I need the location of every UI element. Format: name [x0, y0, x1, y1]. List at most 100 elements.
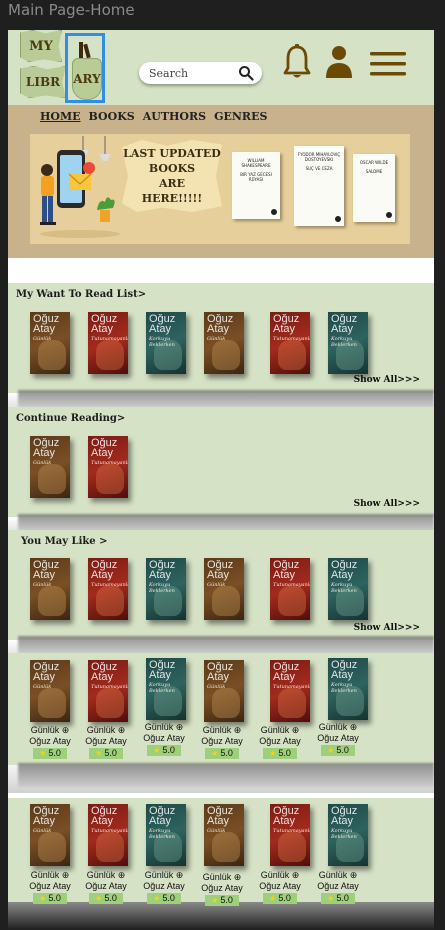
- rating-badge: ★ 5.0: [89, 893, 123, 904]
- rating-author: Oğuz Atay: [201, 736, 243, 746]
- shadow: [18, 636, 434, 654]
- rated-meta-2-2[interactable]: Günlük ⊕ Oğuz Atay ★ 5.0: [78, 870, 134, 904]
- star-icon: ★: [269, 894, 277, 903]
- rated-book-2-4[interactable]: Oğuz Atay Günlük: [204, 804, 244, 866]
- header: MY LIBR ARY: [8, 30, 434, 105]
- spacer: [8, 258, 434, 283]
- want-to-read-book-1[interactable]: Oğuz Atay Günlük: [30, 312, 70, 374]
- hero-book-title: SUÇ VE CEZA: [305, 166, 333, 171]
- rated-meta-4[interactable]: Günlük ⊕ Oğuz Atay ★ 5.0: [194, 725, 250, 759]
- hero-book-1[interactable]: WILLIAM SHAKESPEARE BIR YAZ GECESI RÜYAS…: [232, 152, 280, 219]
- you-may-like-book-2[interactable]: OğuzAtayTutunamayanlar: [88, 558, 128, 620]
- add-icon[interactable]: ⊕: [292, 725, 300, 735]
- add-icon[interactable]: ⊕: [118, 870, 126, 880]
- rating-title: Günlük ⊕: [86, 725, 126, 735]
- rated-meta-5[interactable]: Günlük ⊕ Oğuz Atay ★ 5.0: [252, 725, 308, 759]
- hamburger-menu-icon[interactable]: [370, 50, 406, 78]
- add-icon[interactable]: ⊕: [234, 872, 242, 882]
- you-may-like-book-6[interactable]: Oğuz Atay Korkuyu Beklerken: [328, 558, 368, 620]
- add-icon[interactable]: ⊕: [176, 870, 184, 880]
- rated-meta-2[interactable]: Günlük ⊕ Oğuz Atay ★ 5.0: [78, 725, 134, 759]
- nav-home[interactable]: HOME: [40, 110, 81, 123]
- rating-badge: ★ 5.0: [147, 745, 181, 756]
- logo-ary[interactable]: ARY: [65, 33, 105, 103]
- rated-meta-2-1[interactable]: Günlük ⊕ Oğuz Atay ★ 5.0: [22, 870, 78, 904]
- want-to-read-book-2[interactable]: OğuzAtayTutunamayanlar: [88, 312, 128, 374]
- cover-title: Korkuyu Beklerken: [149, 582, 175, 594]
- rated-meta-1[interactable]: Günlük ⊕ Oğuz Atay ★ 5.0: [22, 725, 78, 759]
- rated-book-2[interactable]: OğuzAtayTutunamayanlar: [88, 660, 128, 722]
- rated-meta-3[interactable]: Günlük ⊕ Oğuz Atay ★ 5.0: [136, 722, 192, 756]
- search-input[interactable]: [149, 65, 234, 81]
- want-to-read-book-4[interactable]: Oğuz Atay Günlük: [204, 312, 244, 374]
- cover-author: Oğuz Atay: [273, 313, 300, 335]
- add-icon[interactable]: ⊕: [234, 725, 242, 735]
- hero-book-2[interactable]: FYODOR MIHAYLOVIÇ DOSTOYEVSKI SUÇ VE CEZ…: [294, 146, 344, 226]
- logo-my[interactable]: MY: [20, 30, 62, 62]
- nav-books[interactable]: BOOKS: [89, 110, 135, 123]
- star-icon: ★: [153, 894, 161, 903]
- hero-panel[interactable]: LAST UPDATED BOOKS ARE HERE!!!!! WILLIAM…: [30, 134, 410, 244]
- user-icon[interactable]: [324, 44, 354, 80]
- author-portrait: [212, 688, 240, 718]
- star-icon: ★: [153, 746, 161, 755]
- rated-book-2-5[interactable]: OğuzAtayTutunamayanlar: [270, 804, 310, 866]
- rated-book-5[interactable]: OğuzAtayTutunamayanlar: [270, 660, 310, 722]
- author-portrait: [96, 340, 124, 370]
- want-to-read-book-6[interactable]: Oğuz Atay Korkuyu Beklerken: [328, 312, 368, 374]
- cover-author: Oğuz Atay: [91, 805, 118, 827]
- rated-meta-2-5[interactable]: Günlük ⊕ Oğuz Atay ★ 5.0: [252, 870, 308, 904]
- author-portrait: [96, 688, 124, 718]
- rated-book-4[interactable]: Oğuz Atay Günlük: [204, 660, 244, 722]
- add-icon[interactable]: ⊕: [118, 725, 126, 735]
- you-may-like-book-1[interactable]: Oğuz Atay Günlük: [30, 558, 70, 620]
- search-box[interactable]: [139, 62, 262, 84]
- rated-meta-2-4[interactable]: Günlük ⊕ Oğuz Atay ★ 5.0: [194, 872, 250, 906]
- nav-genres[interactable]: GENRES: [214, 110, 267, 123]
- you-may-like-book-4[interactable]: Oğuz Atay Günlük: [204, 558, 244, 620]
- continue-reading-show-all[interactable]: Show All>>>: [354, 499, 420, 509]
- want-to-read-title[interactable]: My Want To Read List>: [16, 289, 146, 300]
- logo-libr[interactable]: LIBR: [20, 66, 66, 98]
- want-to-read-book-5[interactable]: OğuzAtayTutunamayanlar: [270, 312, 310, 374]
- continue-reading-title[interactable]: Continue Reading>: [16, 413, 125, 424]
- add-icon[interactable]: ⊕: [350, 870, 358, 880]
- cover-author: Oğuz Atay: [273, 559, 300, 581]
- cover-author: Oğuz Atay: [149, 805, 176, 827]
- add-icon[interactable]: ⊕: [292, 870, 300, 880]
- want-to-read-book-3[interactable]: Oğuz Atay Korkuyu Beklerken: [146, 312, 186, 374]
- cover-title: Tutunamayanlar: [91, 828, 128, 834]
- rated-book-1[interactable]: Oğuz Atay Günlük: [30, 660, 70, 722]
- rated-meta-6[interactable]: Günlük ⊕ Oğuz Atay ★ 5.0: [310, 722, 366, 756]
- you-may-like-show-all[interactable]: Show All>>>: [354, 623, 420, 633]
- rated-meta-2-6[interactable]: Günlük ⊕ Oğuz Atay ★ 5.0: [310, 870, 366, 904]
- nav-authors[interactable]: AUTHORS: [143, 110, 206, 123]
- author-portrait: [38, 688, 66, 718]
- rated-book-2-3[interactable]: Oğuz Atay Korkuyu Beklerken: [146, 804, 186, 866]
- you-may-like-book-3[interactable]: Oğuz Atay Korkuyu Beklerken: [146, 558, 186, 620]
- you-may-like-book-5[interactable]: OğuzAtayTutunamayanlar: [270, 558, 310, 620]
- cover-title: Tutunamayanlar: [91, 336, 128, 342]
- want-to-read-show-all[interactable]: Show All>>>: [354, 375, 420, 385]
- hero-book-title: SALOME: [365, 169, 383, 174]
- author-portrait: [38, 586, 66, 616]
- continue-reading-book-1[interactable]: Oğuz Atay Günlük: [30, 436, 70, 498]
- rated-book-3[interactable]: Oğuz Atay Korkuyu Beklerken: [146, 658, 186, 720]
- cover-author: Oğuz Atay: [33, 661, 60, 683]
- continue-reading-book-2[interactable]: OğuzAtayTutunamayanlar: [88, 436, 128, 498]
- rating-author: Oğuz Atay: [85, 736, 127, 746]
- author-portrait: [96, 832, 124, 862]
- bell-icon[interactable]: [282, 44, 312, 80]
- add-icon[interactable]: ⊕: [62, 725, 70, 735]
- add-icon[interactable]: ⊕: [176, 722, 184, 732]
- rated-book-2-2[interactable]: OğuzAtayTutunamayanlar: [88, 804, 128, 866]
- add-icon[interactable]: ⊕: [62, 870, 70, 880]
- rated-meta-2-3[interactable]: Günlük ⊕ Oğuz Atay ★ 5.0: [136, 870, 192, 904]
- you-may-like-title[interactable]: You May Like >: [21, 536, 108, 547]
- add-icon[interactable]: ⊕: [350, 722, 358, 732]
- rated-book-2-1[interactable]: Oğuz Atay Günlük: [30, 804, 70, 866]
- rated-book-2-6[interactable]: Oğuz Atay Korkuyu Beklerken: [328, 804, 368, 866]
- hero-book-3[interactable]: OSCAR WILDE SALOME: [353, 154, 395, 222]
- rated-book-6[interactable]: Oğuz Atay Korkuyu Beklerken: [328, 658, 368, 720]
- search-icon[interactable]: [238, 65, 254, 81]
